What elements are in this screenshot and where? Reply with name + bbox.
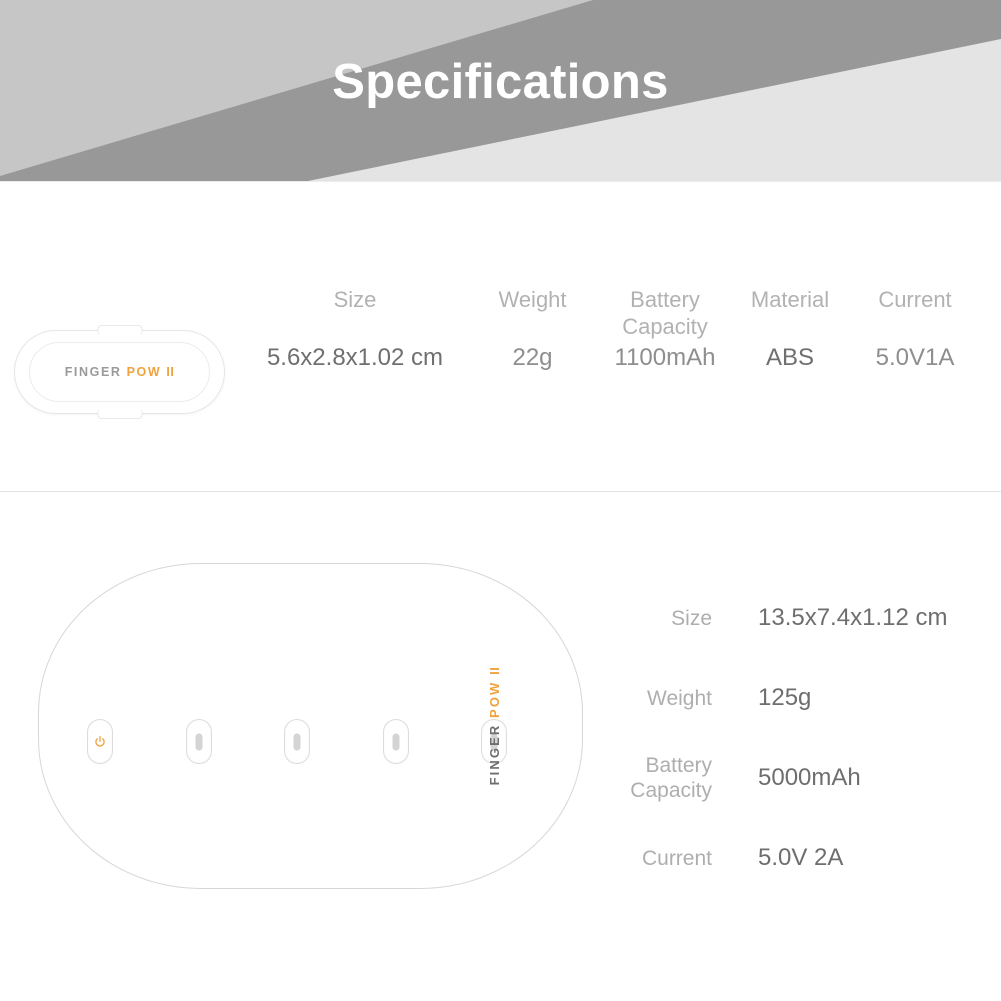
power-icon bbox=[94, 735, 107, 748]
spec-column-battery-capacity: Battery Capacity 1100mAh bbox=[595, 286, 735, 372]
small-device-top-tab bbox=[97, 325, 142, 334]
charging-slot bbox=[382, 719, 409, 764]
spec-row-battery-capacity: Battery Capacity 5000mAh bbox=[630, 738, 990, 818]
spec-value-material: ABS bbox=[765, 344, 815, 371]
logo-text-pow: POW bbox=[487, 680, 503, 718]
spec-label-size: Size bbox=[333, 287, 377, 312]
logo-text-finger: FINGER bbox=[64, 365, 122, 379]
header-banner: Specifications bbox=[0, 0, 1001, 181]
spec-row-size: Size 13.5x7.4x1.12 cm bbox=[630, 578, 990, 658]
spec-column-size: Size 5.6x2.8x1.02 cm bbox=[240, 286, 470, 372]
spec-value-battery-capacity: 1100mAh bbox=[614, 344, 716, 371]
spec-label-battery-line1: Battery bbox=[630, 287, 700, 312]
spec-label-battery-capacity: Battery Capacity bbox=[630, 753, 712, 803]
small-device-spec-table: Size 5.6x2.8x1.02 cm Weight 22g Battery … bbox=[240, 286, 990, 372]
spec-label-material: Material bbox=[750, 287, 830, 312]
spec-column-weight: Weight 22g bbox=[470, 286, 595, 372]
spec-label-current: Current bbox=[878, 287, 952, 312]
logo-text-pow: POW bbox=[126, 365, 162, 379]
small-device-logo: FINGER POW II bbox=[15, 365, 224, 379]
large-charging-base-image: FINGER POW II bbox=[38, 563, 583, 889]
contact-pin-icon bbox=[293, 733, 301, 750]
spec-column-material: Material ABS bbox=[735, 286, 845, 372]
spec-label-weight: Weight bbox=[647, 686, 712, 710]
spec-value-current: 5.0V1A bbox=[875, 344, 955, 371]
spec-label-battery-line1: Battery bbox=[645, 754, 712, 777]
spec-value-weight: 22g bbox=[512, 344, 553, 371]
logo-text-mark-ii: II bbox=[487, 666, 503, 675]
power-button-slot bbox=[87, 719, 113, 764]
small-power-bank-image: FINGER POW II bbox=[14, 325, 225, 419]
header-bottom-divider bbox=[0, 181, 1001, 182]
small-device-bottom-tab bbox=[97, 410, 142, 419]
logo-text-finger: FINGER bbox=[487, 723, 503, 786]
spec-label-battery-line2: Capacity bbox=[622, 314, 708, 339]
spec-value-weight: 125g bbox=[758, 684, 812, 711]
large-device-logo: FINGER POW II bbox=[487, 667, 502, 786]
spec-label-weight: Weight bbox=[498, 287, 567, 312]
charging-slot bbox=[284, 719, 310, 764]
spec-row-weight: Weight 125g bbox=[630, 658, 990, 738]
charging-slot-row bbox=[87, 719, 507, 764]
spec-column-current: Current 5.0V1A bbox=[845, 286, 985, 372]
logo-text-mark-ii: II bbox=[166, 365, 175, 379]
spec-label-battery-line2: Capacity bbox=[630, 779, 712, 802]
page-title: Specifications bbox=[332, 55, 669, 109]
small-device-shell: FINGER POW II bbox=[14, 325, 225, 419]
large-device-spec-list: Size 13.5x7.4x1.12 cm Weight 125g Batter… bbox=[630, 578, 990, 898]
contact-pin-icon bbox=[392, 733, 399, 750]
spec-value-size: 5.6x2.8x1.02 cm bbox=[266, 344, 444, 371]
spec-value-current: 5.0V 2A bbox=[758, 844, 844, 871]
charging-slot bbox=[185, 719, 212, 764]
spec-label-current: Current bbox=[641, 846, 712, 870]
spec-label-battery-capacity: Battery Capacity bbox=[595, 286, 735, 344]
section-divider bbox=[0, 491, 1001, 492]
spec-label-size: Size bbox=[671, 606, 712, 630]
spec-value-battery-capacity: 5000mAh bbox=[758, 764, 861, 791]
contact-pin-icon bbox=[195, 733, 202, 750]
large-device-shell: FINGER POW II bbox=[38, 563, 583, 889]
spec-value-size: 13.5x7.4x1.12 cm bbox=[758, 604, 948, 631]
spec-row-current: Current 5.0V 2A bbox=[630, 818, 990, 898]
